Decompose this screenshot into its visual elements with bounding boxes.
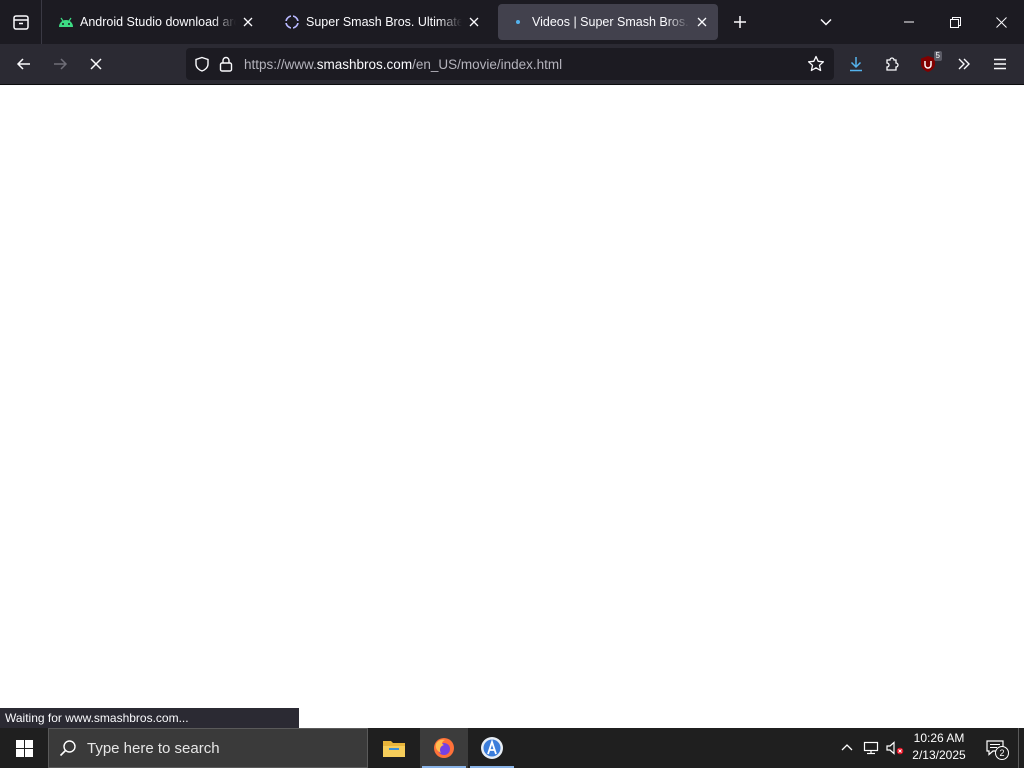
tab-smash-ultimate[interactable]: Super Smash Bros. Ultimate - Super Smash…: [272, 4, 490, 40]
navigation-toolbar: https://www.smashbros.com/en_US/movie/in…: [0, 44, 1024, 85]
firefox-view-button[interactable]: [0, 0, 42, 44]
smash-icon: [284, 14, 300, 30]
url-bar[interactable]: https://www.smashbros.com/en_US/movie/in…: [186, 48, 834, 80]
tab-title: Android Studio download archives: [80, 15, 236, 29]
tracking-protection-shield-icon[interactable]: [190, 48, 214, 80]
ublock-origin-button[interactable]: 5: [912, 48, 944, 80]
new-tab-button[interactable]: [726, 8, 754, 36]
extension-badge: 5: [933, 51, 942, 61]
show-hidden-icons-button[interactable]: [836, 728, 858, 768]
page-content-area[interactable]: [0, 86, 1024, 728]
android-icon: [58, 14, 74, 30]
restore-button[interactable]: [932, 0, 978, 44]
windows-taskbar: 10:26 AM 2/13/2025 2: [0, 728, 1024, 768]
stop-icon: [90, 58, 102, 70]
loading-dot-icon: [510, 14, 526, 30]
url-path: /en_US/movie/index.html: [412, 56, 563, 72]
forward-button[interactable]: [44, 48, 76, 80]
restore-icon: [949, 16, 961, 28]
extensions-button[interactable]: [876, 48, 908, 80]
action-center-button[interactable]: 2: [978, 728, 1012, 768]
arrow-left-icon: [16, 58, 30, 70]
clock-date: 2/13/2025: [912, 748, 966, 762]
download-icon: [850, 57, 862, 72]
volume-muted-icon: [886, 741, 904, 755]
tab-android-studio[interactable]: Android Studio download archives: [46, 4, 264, 40]
more-tools-button[interactable]: [948, 48, 980, 80]
clock-time: 10:26 AM: [913, 731, 965, 745]
puzzle-piece-icon: [886, 57, 899, 71]
taskbar-search-box[interactable]: [48, 728, 368, 768]
close-tab-icon[interactable]: [466, 14, 482, 30]
arrow-right-icon: [54, 58, 68, 70]
close-window-button[interactable]: [978, 0, 1024, 44]
url-text[interactable]: https://www.smashbros.com/en_US/movie/in…: [244, 57, 562, 72]
file-explorer-taskbar-button[interactable]: [370, 728, 418, 768]
status-panel: Waiting for www.smashbros.com...: [0, 708, 299, 728]
windows-logo-icon: [15, 739, 33, 757]
volume-tray-button[interactable]: [884, 728, 906, 768]
android-studio-icon: [481, 737, 503, 759]
chevron-double-right-icon: [958, 58, 970, 70]
hamburger-menu-icon: [994, 58, 1006, 70]
tab-strip: Android Studio download archives Super S…: [0, 0, 1024, 44]
start-button[interactable]: [0, 728, 48, 768]
show-desktop-button[interactable]: [1018, 728, 1024, 768]
network-tray-button[interactable]: [860, 728, 882, 768]
minimize-button[interactable]: [886, 0, 932, 44]
plus-icon: [734, 16, 746, 28]
network-icon: [863, 741, 879, 755]
chevron-up-icon: [841, 744, 853, 751]
lock-icon[interactable]: [214, 48, 238, 80]
bookmark-star-icon[interactable]: [804, 52, 828, 76]
close-icon: [995, 16, 1007, 28]
url-domain: smashbros.com: [316, 56, 413, 72]
firefox-taskbar-button[interactable]: [420, 728, 468, 768]
search-input[interactable]: [87, 739, 347, 757]
system-clock[interactable]: 10:26 AM 2/13/2025: [906, 730, 972, 766]
chevron-down-icon: [820, 18, 832, 26]
file-explorer-icon: [383, 741, 405, 757]
url-prefix: https://www.: [244, 56, 317, 72]
back-button[interactable]: [8, 48, 40, 80]
tab-videos-smash[interactable]: Videos | Super Smash Bros. Ultimate: [498, 4, 718, 40]
close-tab-icon[interactable]: [694, 14, 710, 30]
app-menu-button[interactable]: [984, 48, 1016, 80]
close-tab-icon[interactable]: [240, 14, 256, 30]
downloads-button[interactable]: [840, 48, 872, 80]
firefox-icon: [434, 738, 454, 758]
minimize-icon: [904, 21, 914, 23]
search-icon: [49, 739, 87, 757]
tab-title: Super Smash Bros. Ultimate - Super Smash…: [306, 15, 462, 29]
notification-count-badge: 2: [995, 746, 1009, 760]
tab-title: Videos | Super Smash Bros. Ultimate: [532, 15, 690, 29]
stop-loading-button[interactable]: [80, 48, 112, 80]
list-all-tabs-button[interactable]: [812, 8, 840, 36]
android-studio-taskbar-button[interactable]: [468, 728, 516, 768]
firefox-view-icon: [12, 15, 29, 30]
